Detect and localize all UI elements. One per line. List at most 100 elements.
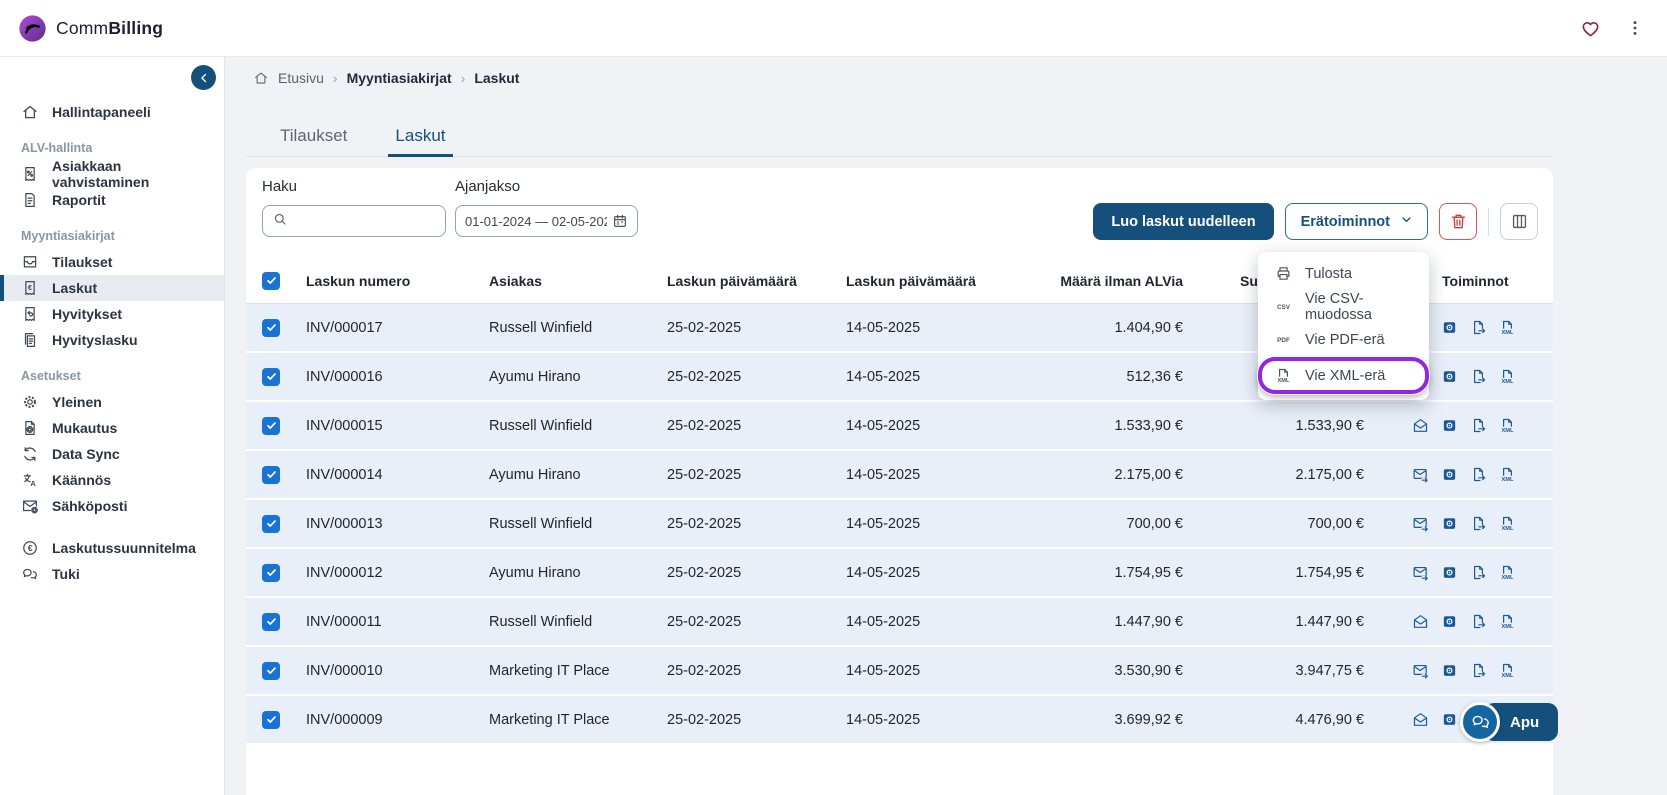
- online-payment-icon[interactable]: [1441, 613, 1458, 630]
- online-payment-icon[interactable]: [1441, 515, 1458, 532]
- tabs: Tilaukset Laskut: [246, 115, 1553, 157]
- export-pdf-icon[interactable]: [1470, 662, 1487, 679]
- sidebar-item-kaannos[interactable]: A Käännös: [0, 467, 224, 493]
- customer-name: Russell Winfield: [489, 515, 593, 532]
- export-pdf-icon[interactable]: [1470, 319, 1487, 336]
- table-row-inv-000012[interactable]: INV/000012 Ayumu Hirano 25-02-2025 14-05-20…: [246, 549, 1553, 598]
- sidebar-item-label: Asiakkaan vahvistaminen: [52, 158, 150, 190]
- online-payment-icon[interactable]: [1441, 711, 1458, 728]
- chat-icon[interactable]: [1460, 702, 1500, 742]
- sidebar-item-raportit[interactable]: Raportit: [0, 187, 224, 213]
- envelope-open-icon[interactable]: [1412, 613, 1429, 630]
- recreate-invoices-button[interactable]: Luo laskut uudelleen: [1093, 203, 1274, 240]
- export-pdf-icon[interactable]: [1470, 564, 1487, 581]
- menu-item-vie-csv-muodossa[interactable]: CSV Vie CSV-muodossa: [1258, 290, 1429, 323]
- online-payment-icon[interactable]: [1441, 466, 1458, 483]
- export-pdf-icon[interactable]: [1470, 515, 1487, 532]
- sidebar-item-tuki[interactable]: Tuki: [0, 561, 224, 587]
- row-checkbox[interactable]: [262, 514, 280, 533]
- online-payment-icon[interactable]: [1441, 564, 1458, 581]
- export-xml-icon[interactable]: XML: [1499, 564, 1516, 581]
- sidebar-item-laskut[interactable]: € Laskut: [0, 275, 224, 301]
- export-xml-icon[interactable]: XML: [1499, 662, 1516, 679]
- menu-item-vie-xml-era[interactable]: XML Vie XML-erä: [1258, 357, 1429, 394]
- export-pdf-icon[interactable]: [1470, 368, 1487, 385]
- batch-actions-button[interactable]: Erätoiminnot: [1284, 203, 1428, 240]
- row-checkbox[interactable]: [262, 710, 280, 729]
- invoice-date: 25-02-2025: [667, 466, 742, 483]
- row-checkbox[interactable]: [262, 416, 280, 435]
- menu-item-vie-pdf-era[interactable]: PDF Vie PDF-erä: [1258, 323, 1429, 356]
- export-xml-icon[interactable]: XML: [1499, 319, 1516, 336]
- menu-item-tulosta[interactable]: Tulosta: [1258, 257, 1429, 290]
- menu-item-label: Vie XML-erä: [1305, 367, 1386, 384]
- sidebar-item-label: Tilaukset: [52, 254, 113, 270]
- row-checkbox[interactable]: [262, 367, 280, 386]
- sidebar-item-data-sync[interactable]: Data Sync: [0, 441, 224, 467]
- export-xml-icon[interactable]: XML: [1499, 368, 1516, 385]
- tab-laskut[interactable]: Laskut: [388, 115, 453, 157]
- amount-excl-vat: 1.533,90 €: [1114, 417, 1183, 434]
- sidebar-item-tilaukset[interactable]: Tilaukset: [0, 249, 224, 275]
- sidebar-item-yleinen[interactable]: Yleinen: [0, 389, 224, 415]
- breadcrumb-item-myyntiasiakirjat[interactable]: Myyntiasiakirjat: [347, 70, 452, 86]
- select-all-checkbox[interactable]: [262, 271, 280, 290]
- sidebar-item-hyvitykset[interactable]: Hyvitykset: [0, 301, 224, 327]
- row-checkbox[interactable]: [262, 465, 280, 484]
- table-row-inv-000015[interactable]: INV/000015 Russell Winfield 25-02-2025 14-0…: [246, 402, 1553, 451]
- envelope-send-icon[interactable]: [1412, 564, 1429, 581]
- online-payment-icon[interactable]: [1441, 417, 1458, 434]
- online-payment-icon[interactable]: [1441, 319, 1458, 336]
- row-checkbox[interactable]: [262, 661, 280, 680]
- amount-excl-vat: 1.754,95 €: [1114, 564, 1183, 581]
- sidebar-item-hyvityslasku[interactable]: Hyvityslasku: [0, 327, 224, 353]
- customer-name: Ayumu Hirano: [489, 368, 581, 385]
- columns-button[interactable]: [1500, 203, 1538, 240]
- envelope-open-icon[interactable]: [1412, 417, 1429, 434]
- toolbar-divider: [1488, 207, 1489, 236]
- envelope-send-icon[interactable]: [1412, 662, 1429, 679]
- table-row-inv-000009[interactable]: INV/000009 Marketing IT Place 25-02-2025 14…: [246, 696, 1553, 745]
- date-range-input[interactable]: 01-01-2024 — 02-05-202: [455, 205, 638, 237]
- invoice-number: INV/000015: [306, 417, 383, 434]
- export-pdf-icon[interactable]: [1470, 613, 1487, 630]
- table-row-inv-000014[interactable]: INV/000014 Ayumu Hirano 25-02-2025 14-05-20…: [246, 451, 1553, 500]
- delete-button[interactable]: [1439, 203, 1477, 240]
- table-row-inv-000013[interactable]: INV/000013 Russell Winfield 25-02-2025 14-0…: [246, 500, 1553, 549]
- amount-excl-vat: 1.404,90 €: [1114, 319, 1183, 336]
- row-actions: XML: [1406, 466, 1553, 483]
- sidebar-item-mukautus[interactable]: Mukautus: [0, 415, 224, 441]
- export-xml-icon[interactable]: XML: [1499, 466, 1516, 483]
- online-payment-icon[interactable]: [1441, 368, 1458, 385]
- svg-text:€: €: [28, 284, 32, 292]
- row-checkbox[interactable]: [262, 318, 280, 337]
- envelope-open-icon[interactable]: [1412, 711, 1429, 728]
- table-row-inv-000011[interactable]: INV/000011 Russell Winfield 25-02-2025 14-0…: [246, 598, 1553, 647]
- invoice-date: 25-02-2025: [667, 711, 742, 728]
- row-checkbox[interactable]: [262, 612, 280, 631]
- invoice-date: 25-02-2025: [667, 564, 742, 581]
- more-menu-icon[interactable]: [1625, 18, 1645, 38]
- export-pdf-icon[interactable]: [1470, 417, 1487, 434]
- table-row-inv-000010[interactable]: INV/000010 Marketing IT Place 25-02-2025 14…: [246, 647, 1553, 696]
- envelope-send-icon[interactable]: [1412, 515, 1429, 532]
- row-checkbox[interactable]: [262, 563, 280, 582]
- calendar-icon[interactable]: [612, 213, 628, 229]
- breadcrumb-home-icon[interactable]: [253, 70, 269, 86]
- search-input[interactable]: [262, 205, 446, 237]
- sidebar-collapse-button[interactable]: [191, 65, 216, 90]
- sidebar-item-hallintapaneeli[interactable]: Hallintapaneeli: [0, 99, 224, 125]
- sidebar-item-laskutussuunnitelma[interactable]: € Laskutussuunnitelma: [0, 535, 224, 561]
- export-xml-icon[interactable]: XML: [1499, 417, 1516, 434]
- online-payment-icon[interactable]: [1441, 662, 1458, 679]
- heart-icon[interactable]: [1580, 18, 1601, 39]
- export-pdf-icon[interactable]: [1470, 466, 1487, 483]
- sidebar-item-sahkoposti[interactable]: Sähköposti: [0, 493, 224, 519]
- sidebar-item-asiakkaan-vahvistaminen[interactable]: Asiakkaan vahvistaminen: [0, 158, 224, 190]
- export-xml-icon[interactable]: XML: [1499, 515, 1516, 532]
- search-field[interactable]: [294, 213, 436, 229]
- export-xml-icon[interactable]: XML: [1499, 613, 1516, 630]
- breadcrumb-item-etusivu[interactable]: Etusivu: [278, 70, 324, 86]
- tab-tilaukset[interactable]: Tilaukset: [273, 115, 354, 156]
- envelope-send-icon[interactable]: [1412, 466, 1429, 483]
